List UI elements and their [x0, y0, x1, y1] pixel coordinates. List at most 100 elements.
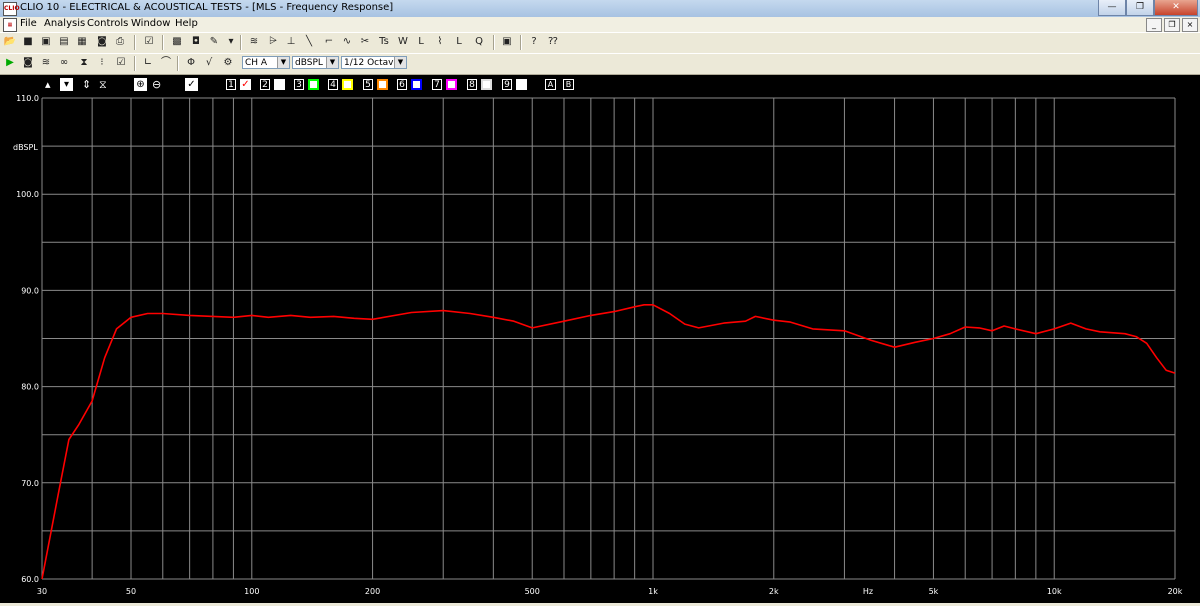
- menu-file[interactable]: File: [20, 18, 37, 29]
- save-icon[interactable]: ■: [21, 35, 35, 49]
- channel-b-button[interactable]: B: [563, 79, 574, 90]
- x-axis-label: Hz: [863, 587, 873, 596]
- zoom-in-icon[interactable]: ⊕: [134, 78, 147, 91]
- chart-traces: [41, 304, 1176, 580]
- print-icon[interactable]: ⎙: [113, 35, 127, 49]
- curve-9-checkbox[interactable]: [516, 79, 527, 90]
- save-all-icon[interactable]: ▤: [57, 35, 71, 49]
- axis-icon[interactable]: ∟: [141, 56, 155, 70]
- record-icon[interactable]: ◙: [21, 56, 35, 70]
- mdi-restore-button[interactable]: ❐: [1164, 18, 1180, 32]
- curve-4-checkbox[interactable]: [342, 79, 353, 90]
- dropdown-icon[interactable]: ▾: [60, 78, 73, 91]
- document-icon[interactable]: ▦: [3, 18, 17, 32]
- lr-icon[interactable]: L: [452, 35, 466, 49]
- x-axis-ticks: 30 50 100 200 500 1k 2k 5k 10k 20k: [37, 587, 1183, 596]
- waveform-icon[interactable]: ∿: [340, 35, 354, 49]
- notes-icon[interactable]: ☑: [142, 35, 156, 49]
- y-tick-label: 100.0: [16, 190, 39, 199]
- show-checkbox[interactable]: ✓: [185, 78, 198, 91]
- context-help-icon[interactable]: ⁇: [546, 35, 560, 49]
- y-tick-label: 70.0: [21, 479, 39, 488]
- input-icon[interactable]: ⧗: [77, 56, 91, 70]
- generator-icon[interactable]: ≋: [39, 56, 53, 70]
- curve-icon[interactable]: ⌒: [159, 56, 173, 70]
- zoom-out-icon[interactable]: ⊖: [152, 78, 161, 91]
- help-icon[interactable]: ?: [527, 35, 541, 49]
- camera-icon[interactable]: ◘: [189, 35, 203, 49]
- leq-icon[interactable]: L: [414, 35, 428, 49]
- sinusoidal-icon[interactable]: ⊥: [284, 35, 298, 49]
- toolbar-separator: [134, 56, 136, 71]
- x-tick-label: 5k: [929, 587, 939, 596]
- curve-7-checkbox[interactable]: [446, 79, 457, 90]
- mdi-minimize-button[interactable]: _: [1146, 18, 1162, 32]
- toolbar-separator: [240, 35, 242, 50]
- wow-flutter-icon[interactable]: W: [396, 35, 410, 49]
- curve-5-checkbox[interactable]: [377, 79, 388, 90]
- polarity-icon[interactable]: ☑: [114, 56, 128, 70]
- unit-select[interactable]: dBSPL ▼: [292, 56, 339, 69]
- menu-controls[interactable]: Controls: [87, 18, 128, 29]
- sweep-icon[interactable]: ⌇: [433, 35, 447, 49]
- distortion-icon[interactable]: ✂: [358, 35, 372, 49]
- curve-9-label: 9: [502, 79, 512, 90]
- print-preview-icon[interactable]: ◙: [95, 35, 109, 49]
- mdi-close-button[interactable]: ×: [1182, 18, 1198, 32]
- curve-2-checkbox[interactable]: [274, 79, 285, 90]
- x-tick-label: 500: [525, 587, 540, 596]
- menu-window[interactable]: Window: [131, 18, 170, 29]
- play-icon[interactable]: ▶: [3, 56, 17, 70]
- settings-icon[interactable]: ⚙: [221, 56, 235, 70]
- menu-help[interactable]: Help: [175, 18, 198, 29]
- impulse-icon[interactable]: ⌐: [322, 35, 336, 49]
- channel-a-button[interactable]: A: [545, 79, 556, 90]
- open-icon[interactable]: 📂: [3, 35, 17, 49]
- fft-icon[interactable]: ⩥: [266, 35, 280, 49]
- close-button[interactable]: ✕: [1154, 0, 1198, 16]
- title-bar: CLIO CLIO 10 - ELECTRICAL & ACOUSTICAL T…: [0, 0, 1200, 18]
- graph-toolbar: ▴ ▾ ⇕ ⧖ ⊕ ⊖ ✓ 1 ✓ 2 3 4 5 6 7 8 9 A B: [0, 75, 1200, 95]
- eraser-icon[interactable]: ✎: [207, 35, 221, 49]
- curve-3-checkbox[interactable]: [308, 79, 319, 90]
- unit-select-value: dBSPL: [295, 58, 323, 68]
- export-icon[interactable]: ▦: [75, 35, 89, 49]
- chevron-down-icon: ▼: [394, 57, 406, 68]
- frequency-response-chart[interactable]: 110.0 100.0 90.0 80.0 70.0 60.0 30 50 100 200 500…: [0, 94, 1200, 603]
- channel-select[interactable]: CH A ▼: [242, 56, 290, 69]
- curve-6-checkbox[interactable]: [411, 79, 422, 90]
- arrow-cursor-icon[interactable]: ▴: [45, 78, 51, 91]
- curve-1-checkbox[interactable]: ✓: [240, 79, 251, 90]
- hardware-icon[interactable]: ▣: [500, 35, 514, 49]
- main-toolbar: 📂 ■ ▣ ▤ ▦ ◙ ⎙ ☑ ▩ ◘ ✎ ▾ ≋ ⩥ ⊥ ╲ ⌐ ∿ ✂ Ts…: [0, 32, 1200, 54]
- loop-icon[interactable]: ∞: [57, 56, 71, 70]
- x-tick-label: 10k: [1047, 587, 1062, 596]
- y-axis-label: dBSPL: [13, 143, 38, 152]
- plot-area[interactable]: 110.0 100.0 90.0 80.0 70.0 60.0 30 50 100 200 500…: [0, 94, 1200, 603]
- auto-range-icon[interactable]: ⁝: [95, 56, 109, 70]
- window-controls: — ❐ ✕: [1098, 0, 1198, 16]
- save-as-icon[interactable]: ▣: [39, 35, 53, 49]
- curve-6-label: 6: [397, 79, 407, 90]
- menu-analysis[interactable]: Analysis: [44, 18, 85, 29]
- maximize-button[interactable]: ❐: [1126, 0, 1154, 16]
- curve-8-checkbox[interactable]: [481, 79, 492, 90]
- toolbar-separator: [162, 35, 164, 50]
- qc-icon[interactable]: Q: [472, 35, 486, 49]
- ts-parameters-icon[interactable]: Ts: [377, 35, 391, 49]
- chevron-down-icon: ▼: [326, 57, 338, 68]
- group-delay-icon[interactable]: √: [202, 56, 216, 70]
- dropdown-arrow-icon[interactable]: ▾: [224, 35, 238, 49]
- measure-toolbar: ▶ ◙ ≋ ∞ ⧗ ⁝ ☑ ∟ ⌒ Φ √ ⚙ CH A ▼ dBSPL ▼ 1…: [0, 53, 1200, 75]
- x-tick-label: 2k: [769, 587, 779, 596]
- smoothing-select[interactable]: 1/12 Octave ▼: [341, 56, 407, 69]
- auto-scale-icon[interactable]: ⧖: [99, 78, 107, 91]
- minimize-button[interactable]: —: [1098, 0, 1126, 16]
- decay-icon[interactable]: ╲: [302, 35, 316, 49]
- phase-icon[interactable]: Φ: [184, 56, 198, 70]
- scale-updown-icon[interactable]: ⇕: [82, 78, 91, 91]
- channel-select-value: CH A: [245, 58, 268, 68]
- mls-icon[interactable]: ≋: [247, 35, 261, 49]
- copy-graph-icon[interactable]: ▩: [170, 35, 184, 49]
- menu-bar: ▦ File Analysis Controls Window Help _ ❐…: [0, 17, 1200, 32]
